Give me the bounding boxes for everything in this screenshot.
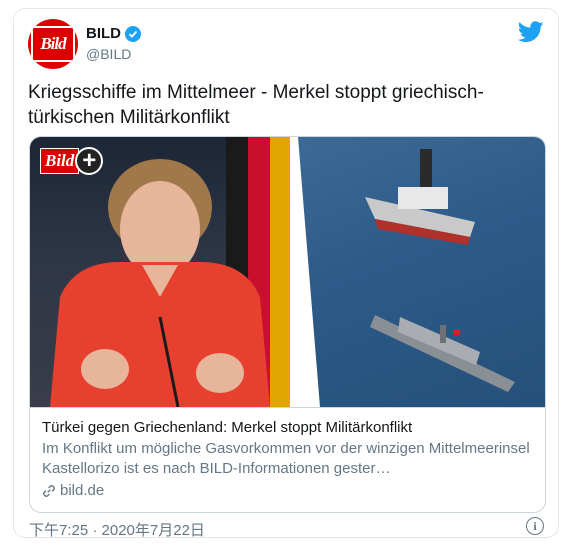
card-image[interactable]: Bild + xyxy=(30,137,545,407)
verified-badge-icon xyxy=(125,25,141,42)
tweet-timestamp[interactable]: 下午7:25 · 2020年7月22日 xyxy=(29,519,205,540)
bild-logo: Bild xyxy=(31,26,75,62)
account-name-row[interactable]: BILD xyxy=(86,25,141,42)
bild-plus-badge: Bild + xyxy=(40,147,104,175)
bild-plus-logo: Bild xyxy=(40,148,80,174)
merkel-photo xyxy=(30,137,290,407)
account-name[interactable]: BILD xyxy=(86,25,121,42)
tweet-card: Bild BILD @BILD Kriegsschiffe im Mittelm… xyxy=(13,8,559,540)
ships-photo xyxy=(298,137,545,407)
ships-illustration xyxy=(365,149,515,392)
link-icon xyxy=(43,485,55,497)
link-card-description: Im Konflikt um mögliche Gasvorkommen vor… xyxy=(42,440,530,477)
link-card-domain[interactable]: bild.de xyxy=(60,481,104,501)
info-icon[interactable]: i xyxy=(526,517,544,535)
plus-icon: + xyxy=(75,147,104,175)
link-card-info[interactable]: Türkei gegen Griechenland: Merkel stoppt… xyxy=(30,407,545,512)
link-card[interactable]: Bild + Türkei gegen Griechenland: Merkel… xyxy=(29,136,546,513)
link-card-title[interactable]: Türkei gegen Griechenland: Merkel stoppt… xyxy=(42,418,533,438)
account-handle[interactable]: @BILD xyxy=(86,46,131,62)
avatar[interactable]: Bild xyxy=(28,19,78,69)
twitter-bird-icon[interactable] xyxy=(518,21,544,43)
person-figure xyxy=(50,159,270,407)
link-card-domain-row[interactable]: bild.de xyxy=(42,481,533,501)
tweet-text: Kriegsschiffe im Mittelmeer - Merkel sto… xyxy=(28,82,484,128)
